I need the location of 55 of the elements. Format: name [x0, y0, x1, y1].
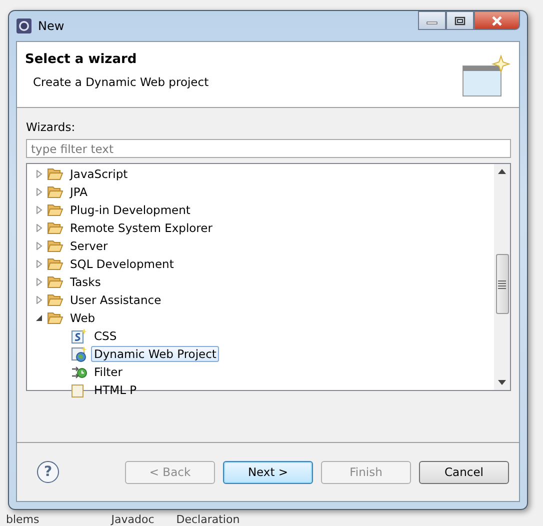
tree-item[interactable]: Server	[67, 238, 111, 254]
page-title: Select a wizard	[25, 52, 138, 67]
tree-item[interactable]: JPA	[67, 184, 90, 200]
scroll-down-icon[interactable]	[498, 380, 506, 385]
page-description: Create a Dynamic Web project	[33, 75, 209, 89]
expand-arrow-icon[interactable]	[35, 188, 43, 196]
expand-arrow-icon[interactable]	[35, 206, 43, 214]
tab-label: Declaration	[175, 512, 241, 526]
folder-icon	[47, 221, 63, 235]
filter-icon	[71, 364, 87, 380]
dialog-button[interactable]: Next >	[223, 460, 313, 484]
tree-item[interactable]: Plug-in Development	[67, 202, 194, 218]
expand-arrow-icon[interactable]	[35, 224, 43, 232]
folder-icon	[47, 311, 63, 325]
minimize-button[interactable]	[418, 11, 446, 30]
grip-icon	[498, 280, 506, 288]
tree-item[interactable]: Tasks	[67, 274, 104, 290]
expand-arrow-icon[interactable]	[35, 242, 43, 250]
tab-label: blems	[5, 512, 40, 526]
close-button[interactable]	[474, 11, 520, 30]
tree-item[interactable]: Dynamic Web Project	[91, 346, 220, 362]
maximize-button[interactable]	[446, 11, 474, 30]
css-file-icon	[71, 328, 87, 344]
app-icon	[16, 18, 32, 34]
scrollbar[interactable]	[494, 164, 510, 390]
filter-field[interactable]: type filter text	[26, 139, 511, 158]
dialog-button[interactable]: Cancel	[419, 460, 509, 484]
tree-item[interactable]: CSS	[91, 328, 120, 344]
close-icon	[491, 16, 503, 26]
folder-icon	[47, 257, 63, 271]
folder-icon	[47, 239, 63, 253]
folder-icon	[47, 185, 63, 199]
tree-item[interactable]: User Assistance	[67, 292, 164, 308]
expand-arrow-icon[interactable]	[35, 296, 43, 304]
wizards-label: Wizards:	[26, 120, 76, 134]
tree-item[interactable]: HTML P	[91, 382, 140, 398]
tree-item[interactable]: Remote System Explorer	[67, 220, 216, 236]
maximize-icon	[454, 16, 466, 26]
folder-icon	[47, 167, 63, 181]
tab-label: Javadoc	[110, 512, 156, 526]
folder-icon	[47, 293, 63, 307]
folder-icon	[47, 275, 63, 289]
expand-arrow-icon[interactable]	[35, 278, 43, 286]
folder-icon	[47, 203, 63, 217]
expand-arrow-icon[interactable]	[35, 260, 43, 268]
window-title: New	[38, 19, 64, 33]
tree-item[interactable]: Filter	[91, 364, 126, 380]
scroll-up-icon[interactable]	[498, 169, 506, 174]
globe-project-icon	[71, 346, 87, 362]
tree-item[interactable]: JavaScript	[67, 166, 131, 182]
expand-arrow-icon[interactable]	[35, 170, 43, 178]
collapse-arrow-icon[interactable]	[35, 314, 43, 322]
tree-item[interactable]: SQL Development	[67, 256, 177, 272]
help-button[interactable]: ?	[37, 461, 59, 483]
tree-item[interactable]: Web	[67, 310, 98, 326]
